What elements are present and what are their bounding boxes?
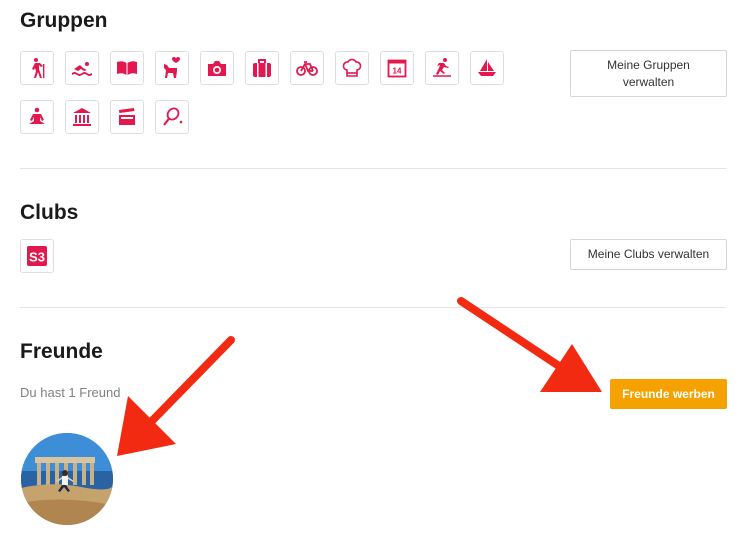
group-dogs-button[interactable] (155, 51, 189, 85)
club-logo-button[interactable]: S3 (20, 239, 54, 273)
suitcase-icon (251, 57, 273, 79)
museum-icon (71, 106, 93, 128)
group-cycling-button[interactable] (290, 51, 324, 85)
dog-icon (161, 57, 183, 79)
groups-heading: Gruppen (20, 9, 108, 33)
clubs-heading: Clubs (20, 201, 78, 225)
clapperboard-icon (116, 106, 138, 128)
manage-clubs-button[interactable]: Meine Clubs verwalten (570, 239, 727, 270)
club-s3-logo-icon: S3 (26, 245, 48, 267)
yoga-icon (26, 106, 48, 128)
friends-count-text: Du hast 1 Freund (20, 385, 120, 400)
book-icon (116, 57, 138, 79)
calendar-icon: 14 (386, 57, 408, 79)
friend-avatar[interactable] (21, 433, 113, 525)
group-reading-button[interactable] (110, 51, 144, 85)
group-yoga-button[interactable] (20, 100, 54, 134)
manage-groups-button[interactable]: Meine Gruppen verwalten (570, 50, 727, 97)
group-swimming-button[interactable] (65, 51, 99, 85)
friends-heading: Freunde (20, 340, 103, 364)
camera-icon (206, 57, 228, 79)
clubs-divider (20, 307, 726, 308)
bicycle-icon (296, 57, 318, 79)
group-cooking-button[interactable] (335, 51, 369, 85)
sailboat-icon (476, 57, 498, 79)
manage-groups-label-line2: verwalten (623, 74, 674, 91)
manage-groups-label-line1: Meine Gruppen (607, 57, 690, 74)
club-logo-text: S3 (29, 250, 45, 265)
chef-hat-icon (341, 57, 363, 79)
invite-friends-button[interactable]: Freunde werben (610, 379, 727, 409)
group-photography-button[interactable] (200, 51, 234, 85)
swimming-icon (71, 57, 93, 79)
group-travel-button[interactable] (245, 51, 279, 85)
group-events-button[interactable]: 14 (380, 51, 414, 85)
group-skiing-button[interactable] (425, 51, 459, 85)
manage-clubs-label: Meine Clubs verwalten (588, 246, 709, 263)
group-hiking-button[interactable] (20, 51, 54, 85)
skiing-icon (431, 57, 453, 79)
group-film-button[interactable] (110, 100, 144, 134)
group-culture-button[interactable] (65, 100, 99, 134)
groups-divider (20, 168, 726, 169)
tennis-icon (161, 106, 183, 128)
group-tennis-button[interactable] (155, 100, 189, 134)
friend-avatar-photo (21, 433, 113, 525)
calendar-day: 14 (393, 67, 402, 76)
hiking-icon (26, 57, 48, 79)
group-sailing-button[interactable] (470, 51, 504, 85)
